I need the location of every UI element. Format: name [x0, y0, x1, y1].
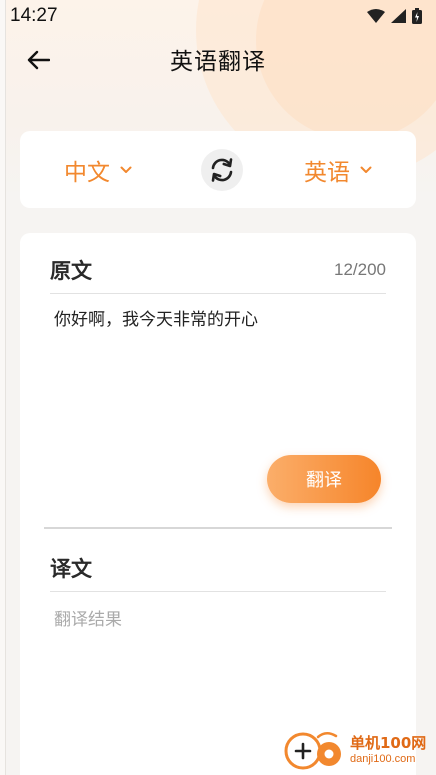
source-language-label: 中文	[64, 159, 110, 186]
app-header: 英语翻译	[0, 38, 436, 80]
watermark-text: 单机100网 danji100.com	[350, 733, 427, 765]
battery-icon	[412, 8, 422, 24]
source-language-select[interactable]: 中文	[64, 153, 132, 187]
target-language-label: 英语	[304, 159, 350, 186]
watermark-logo-icon	[284, 732, 341, 770]
source-section-title: 原文	[50, 259, 92, 283]
translation-result: 翻译结果	[54, 610, 122, 630]
status-icons	[367, 8, 422, 24]
section-divider	[44, 527, 392, 529]
status-bar: 14:27	[0, 0, 436, 32]
char-counter: 12/200	[334, 260, 386, 279]
signal-icon	[391, 9, 406, 23]
wifi-icon	[367, 9, 385, 23]
watermark-name: 单机100网	[350, 733, 427, 752]
status-time: 14:27	[10, 5, 58, 26]
swap-icon	[211, 157, 233, 182]
translation-card: 原文 12/200 你好啊，我今天非常的开心 翻译 译文 翻译结果	[20, 233, 416, 775]
result-divider	[50, 591, 386, 592]
result-section-title: 译文	[50, 557, 92, 581]
chevron-down-icon	[120, 166, 132, 173]
watermark-url: danji100.com	[350, 752, 416, 765]
swap-languages-button[interactable]	[201, 148, 243, 191]
page-title: 英语翻译	[170, 49, 266, 75]
target-language-select[interactable]: 英语	[304, 153, 372, 187]
watermark: 单机100网 danji100.com	[284, 727, 434, 773]
language-selector-card: 中文 英语	[20, 131, 416, 208]
back-button[interactable]	[24, 46, 52, 74]
source-text-input[interactable]: 你好啊，我今天非常的开心	[54, 307, 386, 427]
result-section-header: 译文	[50, 553, 386, 583]
back-arrow-icon	[27, 50, 50, 70]
left-edge-strip	[0, 0, 6, 775]
translate-button[interactable]: 翻译	[267, 455, 381, 503]
chevron-down-icon	[360, 166, 372, 173]
source-section-header: 原文 12/200	[50, 255, 386, 285]
source-divider	[50, 293, 386, 294]
